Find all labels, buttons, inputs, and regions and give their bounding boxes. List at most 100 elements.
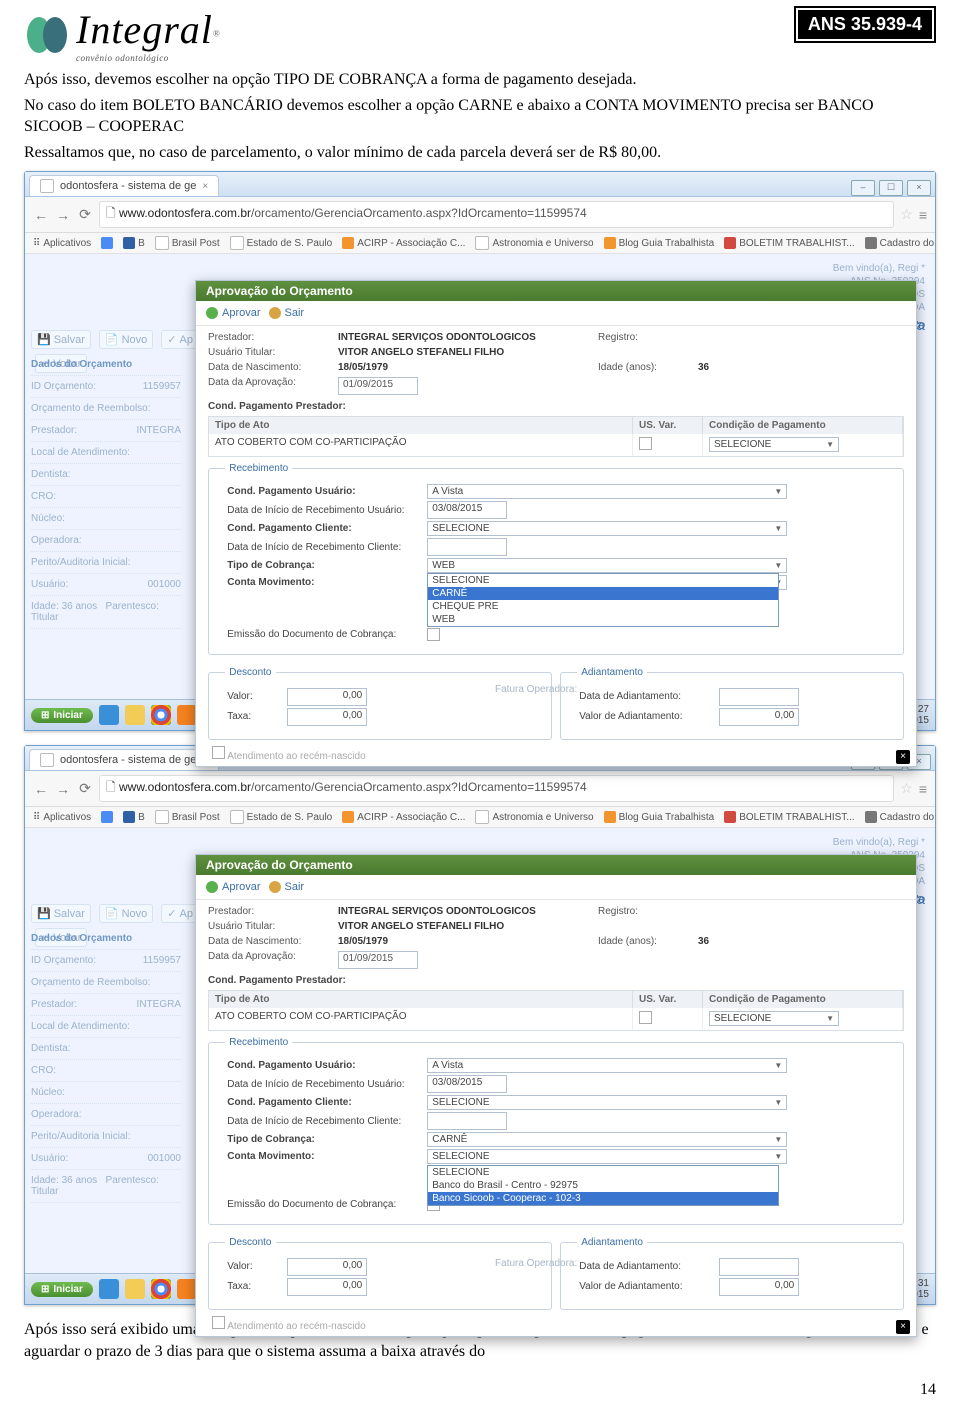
browser-menu-icon[interactable]: ≡ (919, 781, 927, 797)
emissao-checkbox[interactable] (427, 628, 440, 641)
tipo-cobranca-select[interactable]: WEB▼ (427, 558, 787, 573)
nav-back-icon[interactable]: ← (33, 207, 49, 223)
us-var-checkbox[interactable] (639, 1011, 652, 1024)
bookmark-b[interactable]: B (123, 811, 145, 823)
nav-forward-icon[interactable]: → (55, 781, 71, 797)
bookmark-astro[interactable]: Astronomia e Universo (475, 236, 593, 250)
thunderbird-icon[interactable] (177, 705, 197, 725)
dropdown-option[interactable]: CHEQUE PRE (428, 600, 778, 613)
modal-actions: Aprovar Sair (196, 875, 916, 900)
cond-cliente-select[interactable]: SELECIONE▼ (427, 521, 787, 536)
start-button[interactable]: ⊞Iniciar (31, 1282, 93, 1297)
bookmark-boletim[interactable]: BOLETIM TRABALHIST... (724, 811, 854, 823)
desconto-valor-input[interactable]: 0,00 (287, 1258, 367, 1276)
browser-menu-icon[interactable]: ≡ (919, 207, 927, 223)
logo-icon (24, 14, 70, 56)
cond-usuario-select[interactable]: A Vista▼ (427, 484, 787, 499)
bookmark-g[interactable] (101, 237, 113, 249)
data-usuario-input[interactable]: 03/08/2015 (427, 501, 507, 519)
window-maximize-button[interactable]: ☐ (879, 180, 903, 196)
cond-pagamento-select[interactable]: SELECIONE▼ (709, 1011, 839, 1026)
recem-checkbox[interactable] (212, 1316, 225, 1329)
nav-reload-icon[interactable]: ⟳ (77, 207, 93, 223)
adiant-valor-input[interactable]: 0,00 (719, 708, 799, 726)
approve-button[interactable]: Aprovar (206, 881, 261, 893)
bookmark-brasil[interactable]: Brasil Post (155, 810, 220, 824)
conta-movimento-select[interactable]: SELECIONE▼ (427, 1149, 787, 1164)
bookmark-star-icon[interactable]: ☆ (900, 206, 913, 223)
window-close-button[interactable]: × (907, 180, 931, 196)
apps-shortcut[interactable]: ⠿Aplicativos (33, 238, 91, 249)
browser-tab[interactable]: odontosfera - sistema de ge × (29, 175, 219, 196)
approval-date-input[interactable]: 01/09/2015 (338, 951, 418, 969)
bookmark-cadastro[interactable]: Cadastro do Sistema ... (865, 237, 935, 249)
bookmark-boletim[interactable]: BOLETIM TRABALHIST... (724, 237, 854, 249)
bookmark-acirp[interactable]: ACIRP - Associação C... (342, 237, 465, 249)
bookmark-guia[interactable]: Blog Guia Trabalhista (604, 237, 715, 249)
desconto-taxa-input[interactable]: 0,00 (287, 1278, 367, 1296)
desconto-taxa-input[interactable]: 0,00 (287, 708, 367, 726)
side-form-bg: Dados do Orçamento ID Orçamento: 1159957… (31, 928, 181, 1203)
bookmark-g[interactable] (101, 811, 113, 823)
adiant-data-input[interactable] (719, 688, 799, 706)
cond-usuario-select[interactable]: A Vista▼ (427, 1058, 787, 1073)
approval-date-input[interactable]: 01/09/2015 (338, 377, 418, 395)
start-button[interactable]: ⊞Iniciar (31, 708, 93, 723)
bookmark-brasil[interactable]: Brasil Post (155, 236, 220, 250)
tab-close-icon[interactable]: × (202, 181, 208, 192)
tab-title: odontosfera - sistema de ge (60, 180, 196, 192)
chrome-icon[interactable] (151, 1279, 171, 1299)
dropdown-option[interactable]: WEB (428, 613, 778, 626)
fatura-label: Fatura Operadora: (495, 1258, 577, 1269)
cond-cliente-select[interactable]: SELECIONE▼ (427, 1095, 787, 1110)
adiant-valor-input[interactable]: 0,00 (719, 1278, 799, 1296)
apps-shortcut[interactable]: ⠿Aplicativos (33, 812, 91, 823)
ie-icon[interactable] (99, 705, 119, 725)
recem-checkbox[interactable] (212, 746, 225, 759)
dropdown-option[interactable]: Banco do Brasil - Centro - 92975 (428, 1179, 778, 1192)
chrome-icon[interactable] (151, 705, 171, 725)
url-host: www.odontosfera.com.br (119, 780, 251, 794)
dropdown-option[interactable]: SELECIONE (428, 1166, 778, 1179)
url-input[interactable]: 🗋 www.odontosfera.com.br/orcamento/Geren… (99, 775, 894, 802)
tipo-cobranca-select[interactable]: CARNÊ▼ (427, 1132, 787, 1147)
data-cliente-input[interactable] (427, 538, 507, 556)
exit-button[interactable]: Sair (269, 881, 305, 893)
modal-close-button[interactable]: × (896, 1320, 910, 1334)
bookmark-b[interactable]: B (123, 237, 145, 249)
data-cliente-input[interactable] (427, 1112, 507, 1130)
ie-icon[interactable] (99, 1279, 119, 1299)
bookmark-guia[interactable]: Blog Guia Trabalhista (604, 811, 715, 823)
window-minimize-button[interactable]: – (851, 180, 875, 196)
nav-back-icon[interactable]: ← (33, 781, 49, 797)
approve-button[interactable]: Aprovar (206, 307, 261, 319)
bookmark-estado[interactable]: Estado de S. Paulo (230, 236, 333, 250)
adiant-data-input[interactable] (719, 1258, 799, 1276)
dropdown-option-selected[interactable]: CARNÊ (428, 587, 778, 600)
recebimento-fieldset: Recebimento Cond. Pagamento Usuário:A Vi… (208, 463, 904, 655)
bookmark-star-icon[interactable]: ☆ (900, 780, 913, 797)
explorer-icon[interactable] (125, 1279, 145, 1299)
exit-button[interactable]: Sair (269, 307, 305, 319)
window-buttons: – ☐ × (851, 180, 931, 196)
nav-forward-icon[interactable]: → (55, 207, 71, 223)
explorer-icon[interactable] (125, 705, 145, 725)
nav-reload-icon[interactable]: ⟳ (77, 781, 93, 797)
bookmark-estado[interactable]: Estado de S. Paulo (230, 810, 333, 824)
dropdown-option-selected[interactable]: Banco Sicoob - Cooperac - 102-3 (428, 1192, 778, 1205)
address-bar: ← → ⟳ 🗋 www.odontosfera.com.br/orcamento… (25, 771, 935, 807)
thunderbird-icon[interactable] (177, 1279, 197, 1299)
bookmark-acirp[interactable]: ACIRP - Associação C... (342, 811, 465, 823)
url-input[interactable]: 🗋 www.odontosfera.com.br/orcamento/Geren… (99, 201, 894, 228)
ap-button-bg: ✓ Ap (161, 904, 199, 923)
favicon-icon (123, 237, 135, 249)
browser-tab[interactable]: odontosfera - sistema de ge × (29, 749, 219, 770)
desconto-valor-input[interactable]: 0,00 (287, 688, 367, 706)
modal-close-button[interactable]: × (896, 750, 910, 764)
us-var-checkbox[interactable] (639, 437, 652, 450)
dropdown-option[interactable]: SELECIONE (428, 574, 778, 587)
data-usuario-input[interactable]: 03/08/2015 (427, 1075, 507, 1093)
bookmark-cadastro[interactable]: Cadastro do Sistema ... (865, 811, 935, 823)
cond-pagamento-select[interactable]: SELECIONE▼ (709, 437, 839, 452)
bookmark-astro[interactable]: Astronomia e Universo (475, 810, 593, 824)
